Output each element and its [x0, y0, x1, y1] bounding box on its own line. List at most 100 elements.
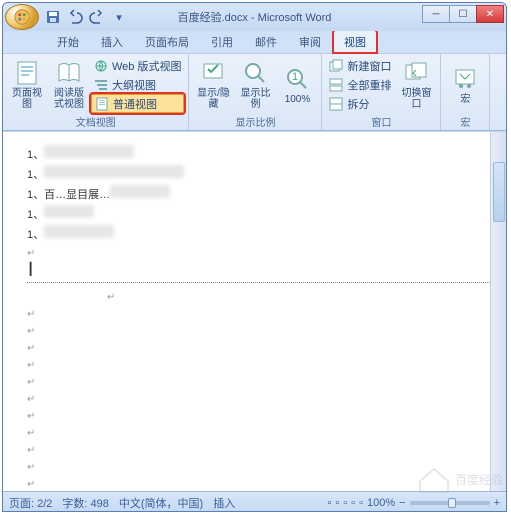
paragraph: ┃ — [27, 262, 490, 276]
macros-icon — [452, 66, 478, 92]
undo-icon[interactable] — [67, 9, 83, 25]
web-layout-icon — [94, 59, 108, 73]
ribbon: 页面视图 阅读版式视图 Web 版式视图 大纲视图 — [3, 53, 506, 131]
maximize-button[interactable]: ☐ — [449, 5, 477, 23]
minimize-button[interactable]: ─ — [422, 5, 450, 23]
macros-button[interactable]: 宏 — [445, 56, 485, 114]
page-layout-icon — [14, 60, 40, 86]
split-icon — [329, 97, 343, 111]
status-mode[interactable]: 插入 — [213, 495, 235, 511]
view-shortcut-reading-icon[interactable]: ▫ — [335, 497, 339, 509]
tab-insert[interactable]: 插入 — [91, 31, 133, 53]
group-zoom: 显示/隐藏 显示比例 1 100% 显示比例 — [189, 54, 322, 130]
app-window: ▾ 百度经验.docx - Microsoft Word ─ ☐ ✕ 开始 插入… — [2, 2, 507, 512]
zoom-slider-knob[interactable] — [448, 498, 456, 508]
tab-view[interactable]: 视图 — [333, 30, 377, 53]
macros-label: 宏 — [460, 94, 470, 105]
paragraph: ↵ — [27, 357, 490, 371]
list-item: 1、 — [27, 225, 490, 242]
svg-text:1: 1 — [292, 71, 298, 83]
arrange-all-button[interactable]: 全部重排 — [326, 75, 394, 94]
print-layout-label: 页面视图 — [9, 88, 45, 110]
normal-view-button[interactable]: 普通视图 — [91, 94, 184, 113]
reading-layout-button[interactable]: 阅读版式视图 — [49, 56, 89, 114]
arrange-all-label: 全部重排 — [347, 77, 391, 93]
zoom-out-button[interactable]: − — [399, 497, 405, 509]
office-button[interactable] — [5, 4, 39, 30]
outline-icon — [94, 78, 108, 92]
paragraph: ↵ — [27, 408, 490, 422]
group-label-macros: 宏 — [445, 114, 485, 128]
web-layout-label: Web 版式视图 — [112, 58, 181, 74]
show-hide-button[interactable]: 显示/隐藏 — [193, 56, 233, 114]
paragraph: ↵ — [27, 442, 490, 456]
zoom-100-icon: 1 — [284, 66, 310, 92]
group-label-zoom: 显示比例 — [193, 114, 317, 128]
list-item: 1、 — [27, 205, 490, 222]
zoom-100-button[interactable]: 1 100% — [277, 56, 317, 114]
show-hide-icon — [200, 60, 226, 86]
zoom-icon — [242, 60, 268, 86]
group-window: 新建窗口 全部重排 拆分 切换窗口 窗口 — [322, 54, 441, 130]
group-label-views: 文档视图 — [7, 114, 184, 128]
new-window-label: 新建窗口 — [347, 58, 391, 74]
paragraph: ↵ — [27, 323, 490, 337]
tab-home[interactable]: 开始 — [47, 31, 89, 53]
web-layout-button[interactable]: Web 版式视图 — [91, 56, 184, 75]
status-language[interactable]: 中文(简体，中国) — [119, 495, 203, 511]
status-words[interactable]: 字数: 498 — [62, 495, 108, 511]
visible-text: 百…显目展… — [44, 189, 110, 201]
zoom-label: 显示比例 — [237, 88, 273, 110]
outline-label: 大纲视图 — [112, 77, 156, 93]
reading-layout-label: 阅读版式视图 — [51, 88, 87, 110]
tab-mailings[interactable]: 邮件 — [245, 31, 287, 53]
ribbon-tabs: 开始 插入 页面布局 引用 邮件 审阅 视图 — [3, 31, 506, 53]
statusbar: 页面: 2/2 字数: 498 中文(简体，中国) 插入 ▫ ▫ ▫ ▫ ▫ 1… — [3, 491, 506, 512]
arrange-all-icon — [329, 78, 343, 92]
paragraph: ↵ — [27, 289, 490, 303]
quick-access-toolbar: ▾ — [45, 9, 127, 25]
document-content: 1、 1、 1、百…显目展… 1、 1、 ↵ ┃ ↵ ↵ ↵ ↵ ↵ ↵ ↵ ↵… — [3, 132, 506, 491]
new-window-icon — [329, 59, 343, 73]
qat-dropdown-icon[interactable]: ▾ — [111, 9, 127, 25]
print-layout-button[interactable]: 页面视图 — [7, 56, 47, 114]
titlebar: ▾ 百度经验.docx - Microsoft Word ─ ☐ ✕ — [3, 3, 506, 31]
split-label: 拆分 — [347, 96, 369, 112]
show-hide-label: 显示/隐藏 — [195, 88, 231, 110]
normal-view-label: 普通视图 — [113, 96, 157, 112]
tab-references[interactable]: 引用 — [201, 31, 243, 53]
zoom-slider[interactable] — [410, 501, 490, 505]
status-page[interactable]: 页面: 2/2 — [9, 495, 52, 511]
list-item: 1、 — [27, 165, 490, 182]
reading-icon — [56, 60, 82, 86]
page-break — [27, 282, 490, 283]
view-shortcut-print-icon[interactable]: ▫ — [327, 497, 331, 509]
zoom-100-label: 100% — [285, 94, 311, 105]
watermark: 百度经验 — [417, 465, 503, 493]
group-macros: 宏 宏 — [441, 54, 490, 130]
new-window-button[interactable]: 新建窗口 — [326, 56, 394, 75]
paragraph: ↵ — [27, 425, 490, 439]
house-icon — [417, 465, 451, 493]
view-shortcut-outline-icon[interactable]: ▫ — [351, 497, 355, 509]
list-item: 1、 — [27, 145, 490, 162]
document-area[interactable]: 1、 1、 1、百…显目展… 1、 1、 ↵ ┃ ↵ ↵ ↵ ↵ ↵ ↵ ↵ ↵… — [3, 131, 506, 491]
split-button[interactable]: 拆分 — [326, 94, 394, 113]
tab-review[interactable]: 审阅 — [289, 31, 331, 53]
window-title: 百度经验.docx - Microsoft Word — [178, 9, 332, 25]
zoom-percent[interactable]: 100% — [367, 497, 395, 509]
tab-page-layout[interactable]: 页面布局 — [135, 31, 199, 53]
paragraph: ↵ — [27, 245, 490, 259]
redo-icon[interactable] — [89, 9, 105, 25]
zoom-in-button[interactable]: + — [494, 497, 500, 509]
view-shortcut-draft-icon[interactable]: ▫ — [359, 497, 363, 509]
save-icon[interactable] — [45, 9, 61, 25]
outline-view-button[interactable]: 大纲视图 — [91, 75, 184, 94]
zoom-button[interactable]: 显示比例 — [235, 56, 275, 114]
switch-windows-button[interactable]: 切换窗口 — [396, 56, 436, 114]
paragraph: ↵ — [27, 340, 490, 354]
close-button[interactable]: ✕ — [476, 5, 504, 23]
group-document-views: 页面视图 阅读版式视图 Web 版式视图 大纲视图 — [3, 54, 189, 130]
list-item: 1、百…显目展… — [27, 185, 490, 202]
view-shortcut-web-icon[interactable]: ▫ — [343, 497, 347, 509]
